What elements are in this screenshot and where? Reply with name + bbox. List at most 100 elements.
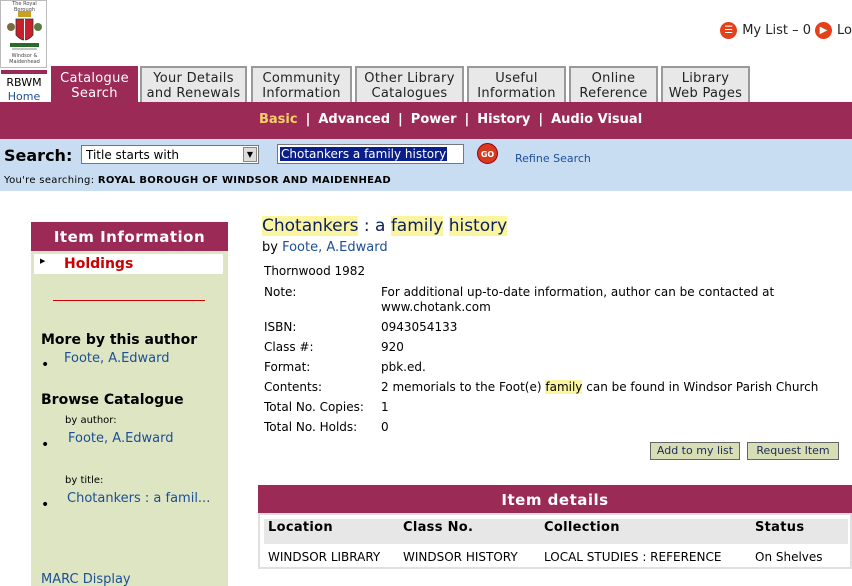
nav-separator: | <box>538 112 544 127</box>
holdings-item[interactable]: ▶ Holdings <box>34 254 223 274</box>
tab-label-line1: Other Library <box>364 71 455 86</box>
column-header: Class No. <box>403 520 474 535</box>
tab-label-line1: Community <box>262 71 341 86</box>
item-details-heading: Item details <box>258 485 852 513</box>
note-value-line1: For additional up-to-date information, a… <box>381 285 775 299</box>
logout-link[interactable]: Lo <box>837 23 852 38</box>
item-information-heading: Item Information <box>31 222 228 251</box>
tab-community-information[interactable]: Community Information <box>251 66 352 102</box>
table-cell: On Shelves <box>755 550 823 564</box>
item-details-table: Location Class No. Collection Status WIN… <box>258 513 852 569</box>
holds-label: Total No. Holds: <box>264 420 358 434</box>
holdings-link[interactable]: Holdings <box>64 256 133 272</box>
arrow-right-icon: ▶ <box>40 257 46 265</box>
nav-advanced[interactable]: Advanced <box>318 112 390 127</box>
title-word: family <box>390 216 444 236</box>
browse-by-author-link[interactable]: Foote, A.Edward <box>68 431 174 446</box>
nav-separator: | <box>305 112 311 127</box>
tab-your-details[interactable]: Your Details and Renewals <box>140 66 247 102</box>
nav-audio-visual[interactable]: Audio Visual <box>551 112 642 127</box>
chevron-down-icon[interactable]: ▼ <box>243 147 257 162</box>
tab-online-reference[interactable]: Online Reference <box>569 66 658 102</box>
nav-separator: | <box>464 112 470 127</box>
search-type-value: Title starts with <box>86 148 180 162</box>
browse-by-title-link[interactable]: Chotankers : a famil... <box>67 491 210 506</box>
tab-other-library-catalogues[interactable]: Other Library Catalogues <box>355 66 464 102</box>
title-word: Chotankers <box>262 216 359 236</box>
go-button[interactable]: GO <box>477 143 498 164</box>
copies-label: Total No. Copies: <box>264 400 364 414</box>
title-separator: : a <box>358 216 391 236</box>
tab-label-line2: and Renewals <box>146 86 241 101</box>
refine-search-link[interactable]: Refine Search <box>515 152 591 165</box>
search-type-select[interactable]: Title starts with ▼ <box>81 145 259 164</box>
class-value: 920 <box>381 340 404 354</box>
isbn-value: 0943054133 <box>381 320 458 334</box>
table-cell: WINDSOR HISTORY <box>403 550 518 564</box>
search-mode-nav: Basic | Advanced | Power | History | Aud… <box>0 102 852 139</box>
tab-label-line1: RBWM <box>6 76 42 89</box>
coat-of-arms-icon <box>7 11 42 50</box>
contents-highlight: family <box>545 380 583 394</box>
contents-text: can be found in Windsor Parish Church <box>582 380 819 394</box>
tab-label-line2: Information <box>262 86 341 101</box>
class-label: Class #: <box>264 340 314 354</box>
search-label: Search: <box>4 146 73 165</box>
table-cell: WINDSOR LIBRARY <box>268 550 381 564</box>
tab-useful-information[interactable]: Useful Information <box>467 66 566 102</box>
column-header: Status <box>755 520 805 535</box>
bullet: • <box>41 497 50 513</box>
tab-catalogue-search[interactable]: Catalogue Search <box>51 66 138 102</box>
request-item-button[interactable]: Request Item <box>747 442 839 460</box>
tab-rbwm-home[interactable]: RBWM Home <box>1 70 47 103</box>
note-label: Note: <box>264 285 297 299</box>
bullet: • <box>41 437 50 453</box>
browse-catalogue-heading: Browse Catalogue <box>41 392 184 408</box>
tab-label-line1: Your Details <box>153 71 234 86</box>
logout-icon[interactable]: ▶ <box>815 21 833 39</box>
column-header: Location <box>268 520 333 535</box>
search-input[interactable]: Chotankers a family history <box>277 144 464 164</box>
searching-scope-value: ROYAL BOROUGH OF WINDSOR AND MAIDENHEAD <box>97 175 391 186</box>
divider <box>53 300 205 301</box>
nav-power[interactable]: Power <box>411 112 457 127</box>
searching-scope: You're searching: ROYAL BOROUGH OF WINDS… <box>4 175 391 186</box>
list-icon[interactable]: ☰ <box>720 21 738 39</box>
publisher: Thornwood 1982 <box>264 264 366 278</box>
note-value-line2: www.chotank.com <box>381 300 491 314</box>
author-link[interactable]: Foote, A.Edward <box>282 240 388 255</box>
marc-display-link[interactable]: MARC Display <box>41 572 131 586</box>
mylist-area: ☰ My List – 0 ▶ Lo <box>720 20 852 40</box>
nav-history[interactable]: History <box>477 112 530 127</box>
more-by-author-link[interactable]: Foote, A.Edward <box>64 351 170 366</box>
nav-separator: | <box>398 112 403 127</box>
table-cell: LOCAL STUDIES : REFERENCE <box>544 550 722 564</box>
format-value: pbk.ed. <box>381 360 426 374</box>
column-header: Collection <box>544 520 620 535</box>
tab-label-line2: Catalogues <box>371 86 448 101</box>
search-query: Chotankers a family history <box>280 147 448 161</box>
tab-label-line2: Reference <box>579 86 648 101</box>
search-bar: Search: Title starts with ▼ Chotankers a… <box>0 139 852 191</box>
add-to-list-button[interactable]: Add to my list <box>650 442 740 460</box>
mylist-link[interactable]: My List – 0 <box>742 23 811 38</box>
logo-bottom-text: Windsor & Maidenhead <box>9 53 40 65</box>
by-title-label: by title: <box>65 475 104 486</box>
tab-label-line2: Information <box>477 86 556 101</box>
nav-basic[interactable]: Basic <box>259 112 298 127</box>
holds-value: 0 <box>381 420 389 434</box>
tab-label-line2: Search <box>71 86 118 101</box>
item-title: Chotankers : a family history <box>262 216 508 236</box>
item-author-line: by Foote, A.Edward <box>262 240 388 255</box>
item-information-panel: Item Information ▶ Holdings More by this… <box>31 222 228 586</box>
rbwm-logo[interactable]: The Royal Borough Windsor & Maidenhead <box>0 0 47 68</box>
contents-label: Contents: <box>264 380 323 394</box>
tab-label-line1: Library <box>681 71 730 86</box>
bullet: • <box>41 357 50 373</box>
by-author-label: by author: <box>65 415 117 426</box>
contents-value: 2 memorials to the Foot(e) family can be… <box>381 380 818 394</box>
isbn-label: ISBN: <box>264 320 297 334</box>
tab-library-web-pages[interactable]: Library Web Pages <box>661 66 750 102</box>
searching-prefix: You're searching: <box>4 175 95 186</box>
format-label: Format: <box>264 360 311 374</box>
